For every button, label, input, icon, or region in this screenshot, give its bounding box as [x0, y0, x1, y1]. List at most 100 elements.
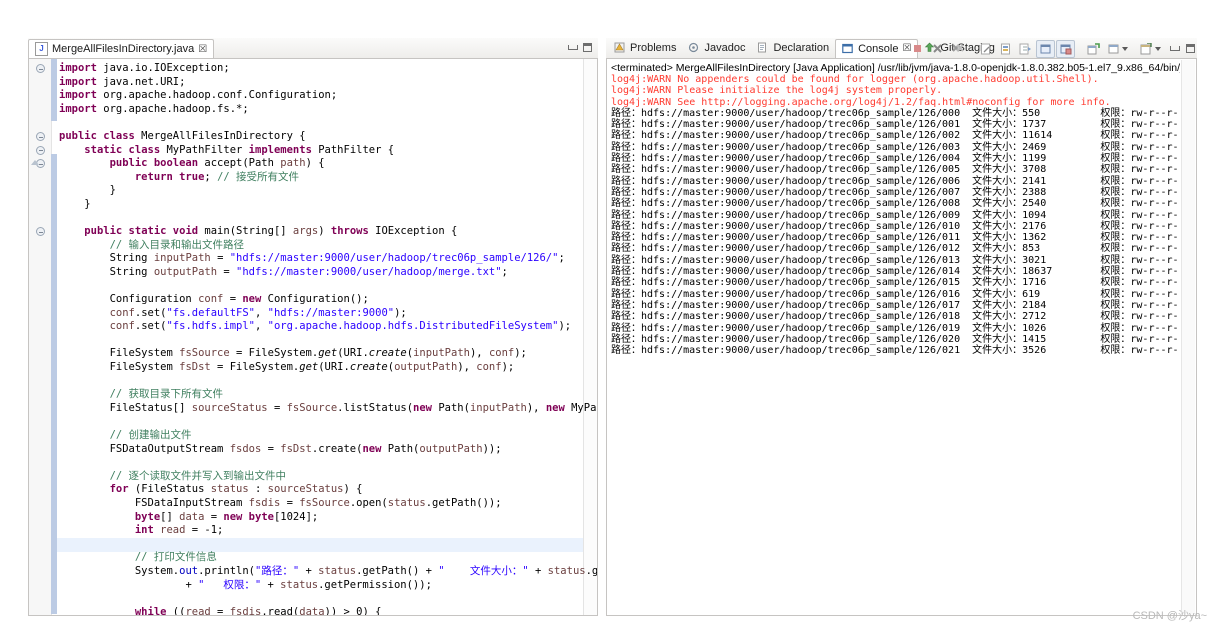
editor-text-area[interactable]: import java.io.IOException; import java.n… — [28, 58, 598, 616]
console-file-line: 路径：hdfs://master:9000/user/hadoop/trec06… — [611, 277, 1180, 289]
remove-launch-button[interactable] — [928, 40, 947, 58]
editor-tab-mergeallfilesindirectory[interactable]: J MergeAllFilesInDirectory.java ☒ — [28, 39, 215, 59]
declaration-icon — [757, 42, 769, 54]
code-line: conf.set("fs.defaultFS", "hdfs://master:… — [109, 306, 407, 319]
code-line: static class MyPathFilter implements Pat… — [84, 143, 395, 156]
console-file-line: 路径：hdfs://master:9000/user/hadoop/trec06… — [611, 186, 1180, 198]
csdn-watermark: CSDN @沙ya~ — [1132, 610, 1207, 622]
problems-icon — [614, 42, 626, 54]
code-line: String inputPath = "hdfs://master:9000/u… — [109, 252, 565, 265]
console-file-line: 路径：hdfs://master:9000/user/hadoop/trec06… — [611, 254, 1180, 266]
close-icon[interactable]: ☒ — [198, 44, 207, 55]
maximize-console-icon[interactable] — [1186, 44, 1195, 53]
code-line: FileStatus[] sourceStatus = fsSource.lis… — [109, 401, 597, 414]
console-tab-label: Declaration — [773, 41, 830, 54]
code-line: // 获取目录下所有文件 — [109, 388, 224, 401]
code-line: public static void main(String[] args) t… — [84, 225, 458, 238]
fold-toggle-icon[interactable] — [36, 64, 45, 73]
console-file-line: 路径：hdfs://master:9000/user/hadoop/trec06… — [611, 266, 1180, 278]
console-tab-javadoc[interactable]: Javadoc — [682, 38, 751, 57]
clear-console-button[interactable] — [976, 40, 995, 58]
new-console-view-button[interactable] — [1104, 40, 1123, 58]
console-warning-line: log4j:WARN No appenders could be found f… — [611, 74, 1099, 85]
console-file-line: 路径：hdfs://master:9000/user/hadoop/trec06… — [611, 299, 1180, 311]
pin-console-button[interactable] — [1036, 39, 1055, 58]
minimize-console-icon[interactable] — [1170, 46, 1180, 51]
console-file-line: 路径：hdfs://master:9000/user/hadoop/trec06… — [611, 288, 1180, 300]
console-tab-problems[interactable]: Problems — [608, 38, 682, 57]
code-line: System.out.println("路径：" + status.getPat… — [134, 564, 598, 577]
chevron-down-icon[interactable] — [1122, 46, 1128, 51]
open-console-button[interactable] — [1084, 40, 1103, 58]
console-file-line: 路径：hdfs://master:9000/user/hadoop/trec06… — [611, 220, 1180, 232]
code-line: // 创建输出文件 — [109, 429, 192, 442]
console-icon — [842, 43, 854, 55]
console-tab-bar: Problems Javadoc Declaration Console ☒ Git St… — [606, 38, 1197, 59]
code-line: Configuration conf = new Configuration()… — [109, 293, 369, 306]
console-tab-label: Console — [858, 42, 899, 55]
editor-panel: J MergeAllFilesInDirectory.java ☒ import… — [28, 38, 598, 616]
code-line: + " 权限：" + status.getPermission()); — [185, 578, 432, 591]
console-file-line: 路径：hdfs://master:9000/user/hadoop/trec06… — [611, 141, 1180, 153]
console-text: <terminated> MergeAllFilesInDirectory [J… — [611, 62, 1180, 613]
maximize-view-icon[interactable] — [583, 43, 592, 52]
override-marker-icon — [31, 160, 39, 166]
code-line: // 逐个读取文件并写入到输出文件中 — [109, 469, 287, 482]
remove-all-terminated-button[interactable] — [948, 40, 967, 58]
console-tab-console[interactable]: Console ☒ — [835, 38, 919, 59]
code-line: } — [84, 197, 91, 210]
code-line: int read = -1; — [134, 524, 224, 537]
code-line: FileSystem fsSource = FileSystem.get(URI… — [109, 347, 527, 360]
console-file-line: 路径：hdfs://master:9000/user/hadoop/trec06… — [611, 119, 1180, 131]
console-file-line: 路径：hdfs://master:9000/user/hadoop/trec06… — [611, 107, 1180, 119]
console-file-line: 路径：hdfs://master:9000/user/hadoop/trec06… — [611, 164, 1180, 176]
code-line: String outputPath = "hdfs://master:9000/… — [109, 265, 508, 278]
console-scrollbar[interactable] — [1181, 60, 1195, 614]
word-wrap-button[interactable] — [1016, 40, 1035, 58]
editor-tab-label: MergeAllFilesInDirectory.java — [52, 43, 195, 55]
console-file-line: 路径：hdfs://master:9000/user/hadoop/trec06… — [611, 130, 1180, 142]
scroll-lock-button[interactable] — [996, 40, 1015, 58]
eclipse-workbench: J MergeAllFilesInDirectory.java ☒ import… — [0, 0, 1225, 631]
console-file-line: 路径：hdfs://master:9000/user/hadoop/trec06… — [611, 243, 1180, 255]
console-output-area[interactable]: <terminated> MergeAllFilesInDirectory [J… — [606, 58, 1197, 616]
view-menu-button[interactable] — [1137, 40, 1156, 58]
console-file-line: 路径：hdfs://master:9000/user/hadoop/trec06… — [611, 198, 1180, 210]
console-file-line: 路径：hdfs://master:9000/user/hadoop/trec06… — [611, 175, 1180, 187]
code-line: return true; // 接受所有文件 — [134, 170, 300, 183]
console-warning-line: log4j:WARN See http://logging.apache.org… — [611, 96, 1111, 108]
overview-ruler[interactable] — [583, 59, 597, 615]
gutter-change-bar-body — [51, 154, 57, 614]
display-selected-console-button[interactable] — [1056, 39, 1075, 58]
console-file-line: 路径：hdfs://master:9000/user/hadoop/trec06… — [611, 345, 1180, 357]
console-header-line: <terminated> MergeAllFilesInDirectory [J… — [611, 62, 1180, 74]
fold-toggle-icon[interactable] — [36, 145, 45, 155]
view-menu-chevron-down-icon[interactable] — [1155, 46, 1161, 51]
editor-view-buttons — [568, 43, 592, 52]
code-line: FSDataInputStream fsdis = fsSource.open(… — [134, 497, 502, 509]
code-line: while ((read = fsdis.read(data)) > 0) { — [134, 605, 382, 616]
console-toolbar — [908, 39, 1195, 58]
code-line: } — [109, 184, 116, 197]
code-line: import java.net.URI; — [59, 75, 186, 88]
editor-gutter[interactable] — [29, 59, 52, 615]
code-line: // 打印文件信息 — [134, 551, 217, 564]
editor-tab-bar: J MergeAllFilesInDirectory.java ☒ — [28, 38, 598, 59]
fold-toggle-icon[interactable] — [36, 132, 45, 141]
code-line: FileSystem fsDst = FileSystem.get(URI.cr… — [109, 361, 515, 374]
code-line: import java.io.IOException; — [59, 62, 230, 74]
minimize-view-icon[interactable] — [568, 45, 578, 50]
code-line: public boolean accept(Path path) { — [109, 157, 325, 170]
code-line: FSDataOutputStream fsdos = fsDst.create(… — [109, 442, 502, 455]
console-tab-declaration[interactable]: Declaration — [751, 38, 835, 57]
terminate-button[interactable] — [908, 40, 927, 58]
source-code[interactable]: import java.io.IOException; import java.n… — [59, 62, 598, 616]
code-line: import org.apache.hadoop.conf.Configurat… — [59, 89, 338, 102]
console-tab-label: Problems — [630, 41, 677, 54]
